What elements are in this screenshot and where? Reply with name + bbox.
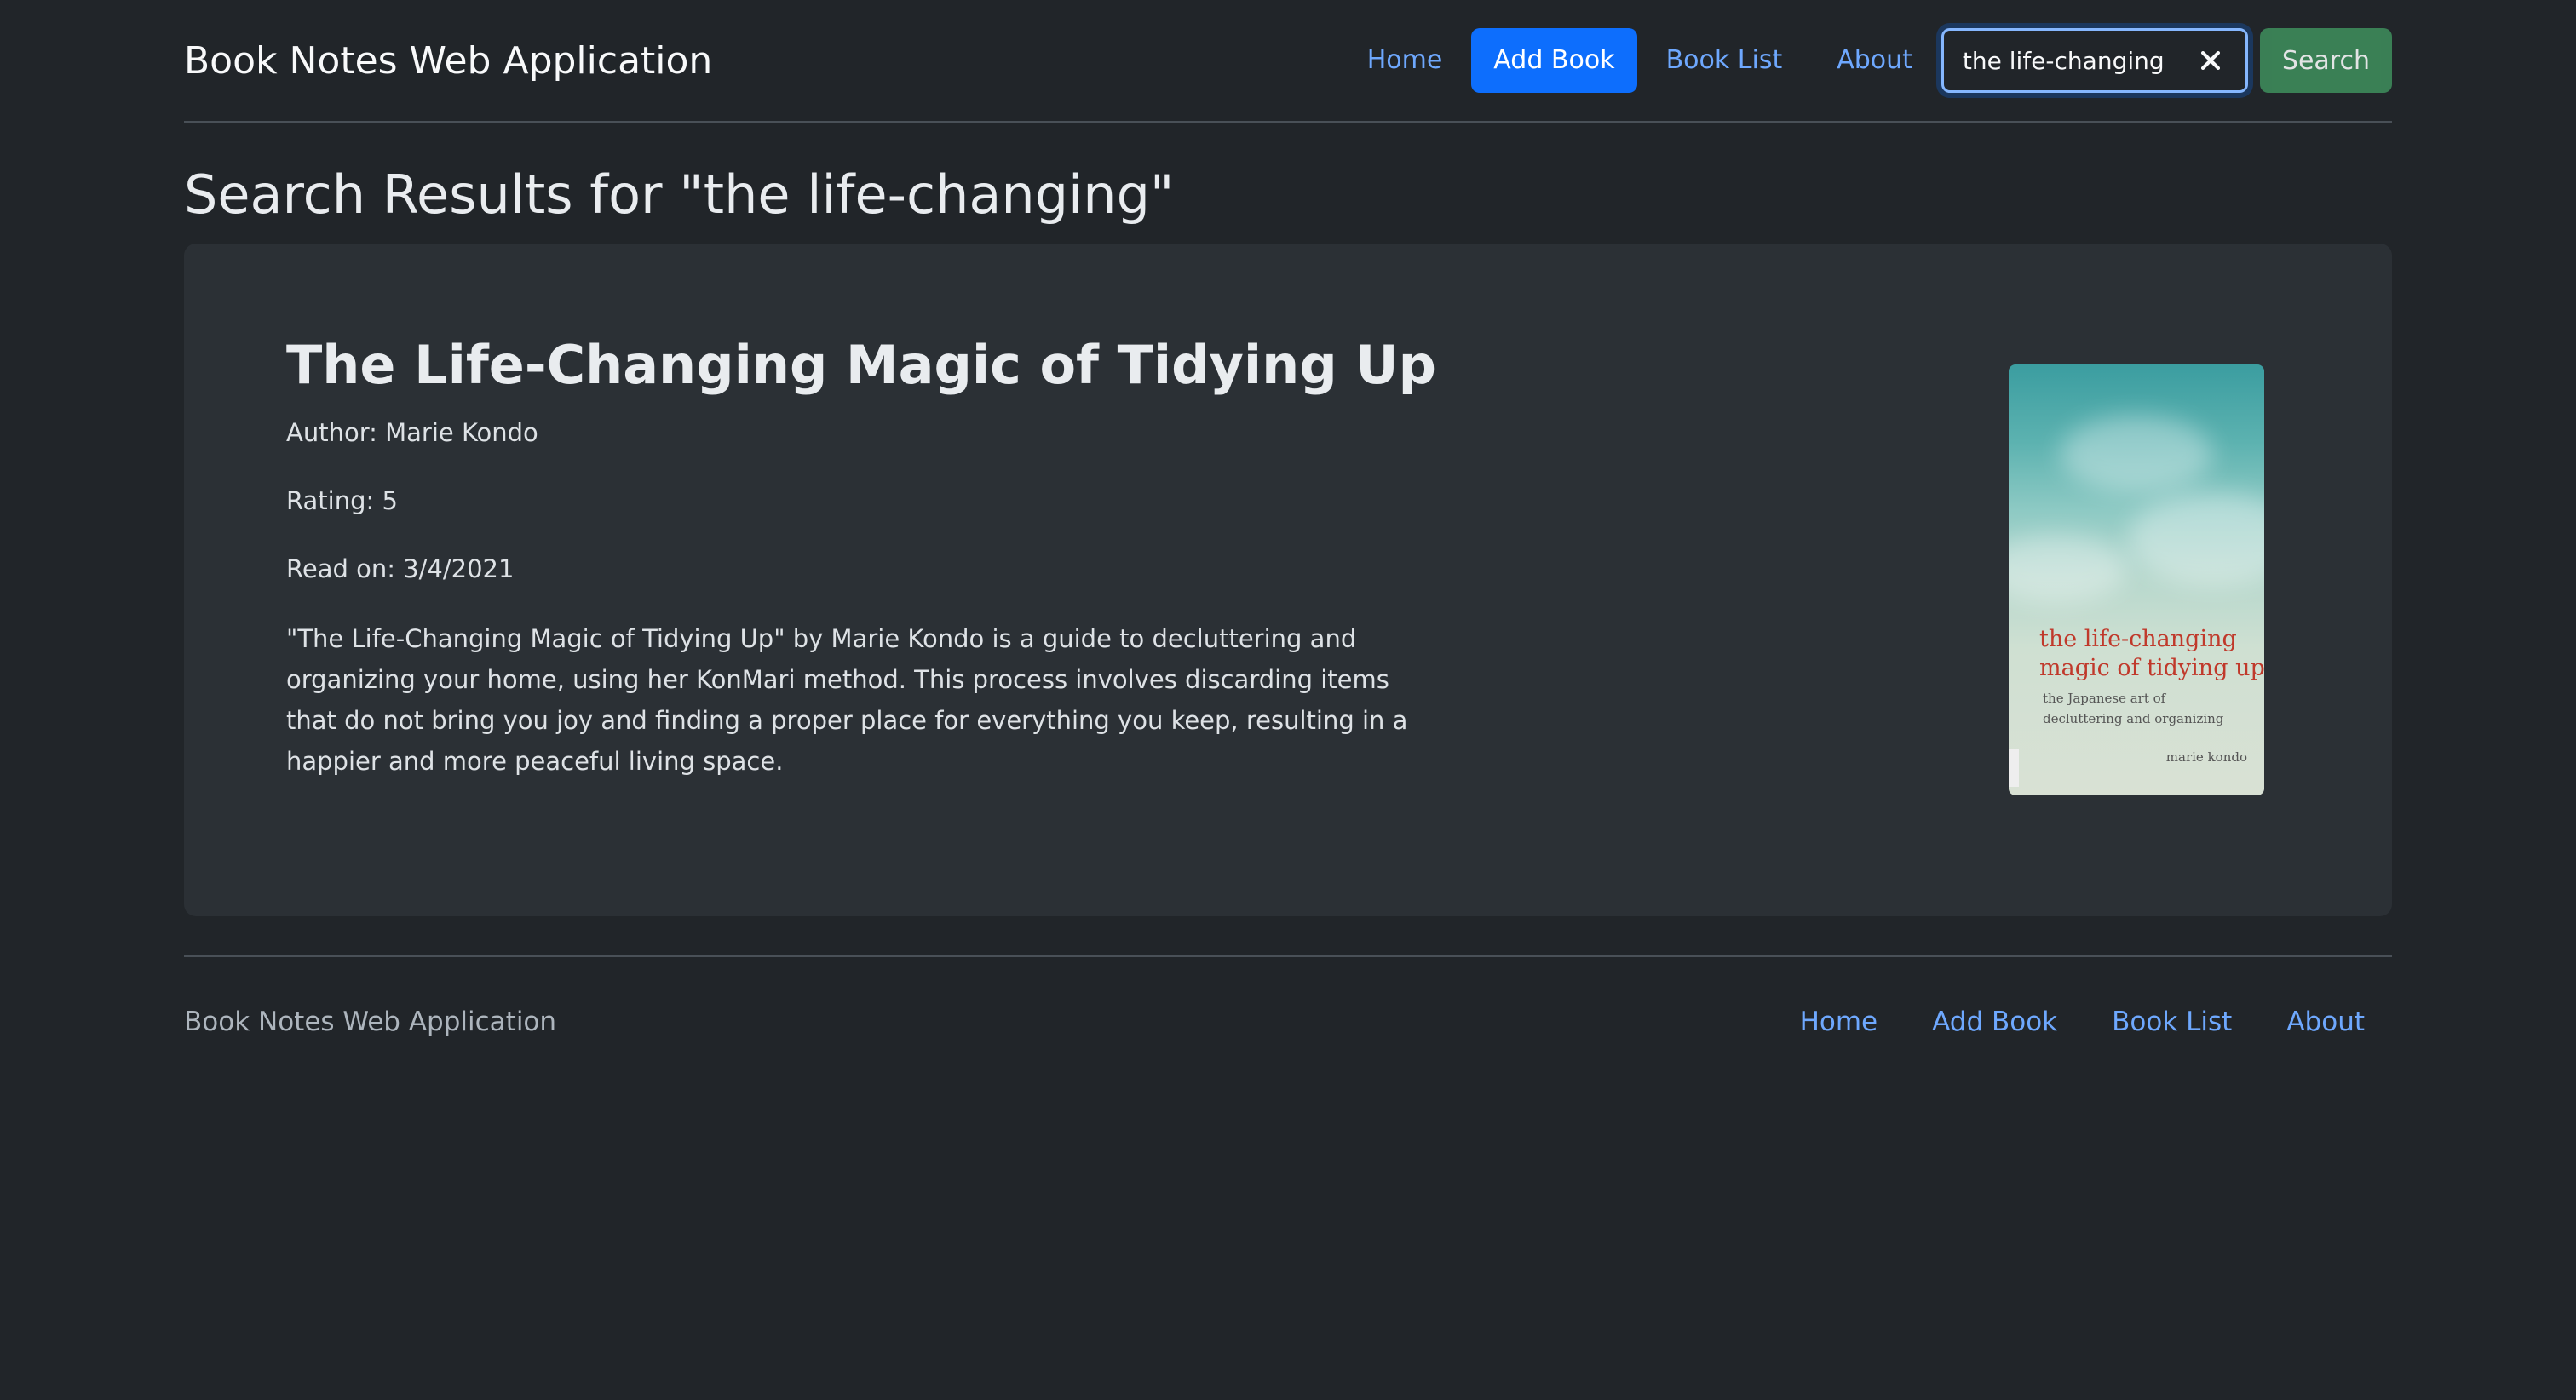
site-footer: Book Notes Web Application Home Add Book… xyxy=(184,955,2392,1087)
book-description: "The Life-Changing Magic of Tidying Up" … xyxy=(286,624,1408,776)
page-title: Search Results for "the life-changing" xyxy=(184,164,1175,226)
main-nav: Home Add Book Book List About Search xyxy=(1340,28,2392,93)
nav-about-link[interactable]: About xyxy=(1809,28,1940,93)
book-author: Author: Marie Kondo xyxy=(286,418,538,447)
book-cover-image: the life-changing magic of tidying up th… xyxy=(2009,364,2264,795)
site-header: Book Notes Web Application Home Add Book… xyxy=(184,0,2392,123)
book-title: The Life-Changing Magic of Tidying Up xyxy=(286,334,1437,396)
cover-author: marie kondo xyxy=(2165,749,2247,765)
nav-home-link[interactable]: Home xyxy=(1340,28,1470,93)
search-form: Search xyxy=(1941,28,2392,93)
book-rating: Rating: 5 xyxy=(286,486,398,515)
cover-cloud xyxy=(2060,416,2213,492)
footer-home-link[interactable]: Home xyxy=(1773,1007,1906,1037)
cover-subtitle: the Japanese art of decluttering and org… xyxy=(2043,691,2224,726)
cover-cloud xyxy=(2009,535,2128,603)
footer-add-book-link[interactable]: Add Book xyxy=(1905,1007,2084,1037)
search-result-card: The Life-Changing Magic of Tidying Up Au… xyxy=(184,244,2392,916)
nav-add-book-button[interactable]: Add Book xyxy=(1471,28,1637,93)
cover-title-line: magic of tidying up xyxy=(2039,655,2264,681)
footer-book-list-link[interactable]: Book List xyxy=(2084,1007,2259,1037)
book-info: The Life-Changing Magic of Tidying Up Au… xyxy=(286,332,1437,782)
search-input[interactable] xyxy=(1943,31,2191,90)
close-icon[interactable] xyxy=(2199,49,2222,72)
cover-strip xyxy=(2009,749,2019,787)
brand-title[interactable]: Book Notes Web Application xyxy=(184,39,712,83)
footer-nav: Home Add Book Book List About xyxy=(1773,1007,2392,1037)
nav-book-list-link[interactable]: Book List xyxy=(1639,28,1810,93)
cover-title: the life-changing magic of tidying up xyxy=(2039,625,2264,683)
book-read-date: Read on: 3/4/2021 xyxy=(286,554,515,583)
search-field[interactable] xyxy=(1941,28,2248,93)
search-button[interactable]: Search xyxy=(2259,28,2392,93)
cover-cloud xyxy=(2128,492,2264,586)
cover-title-line: the life-changing xyxy=(2039,626,2237,652)
footer-brand: Book Notes Web Application xyxy=(184,1007,557,1037)
footer-about-link[interactable]: About xyxy=(2259,1007,2380,1037)
